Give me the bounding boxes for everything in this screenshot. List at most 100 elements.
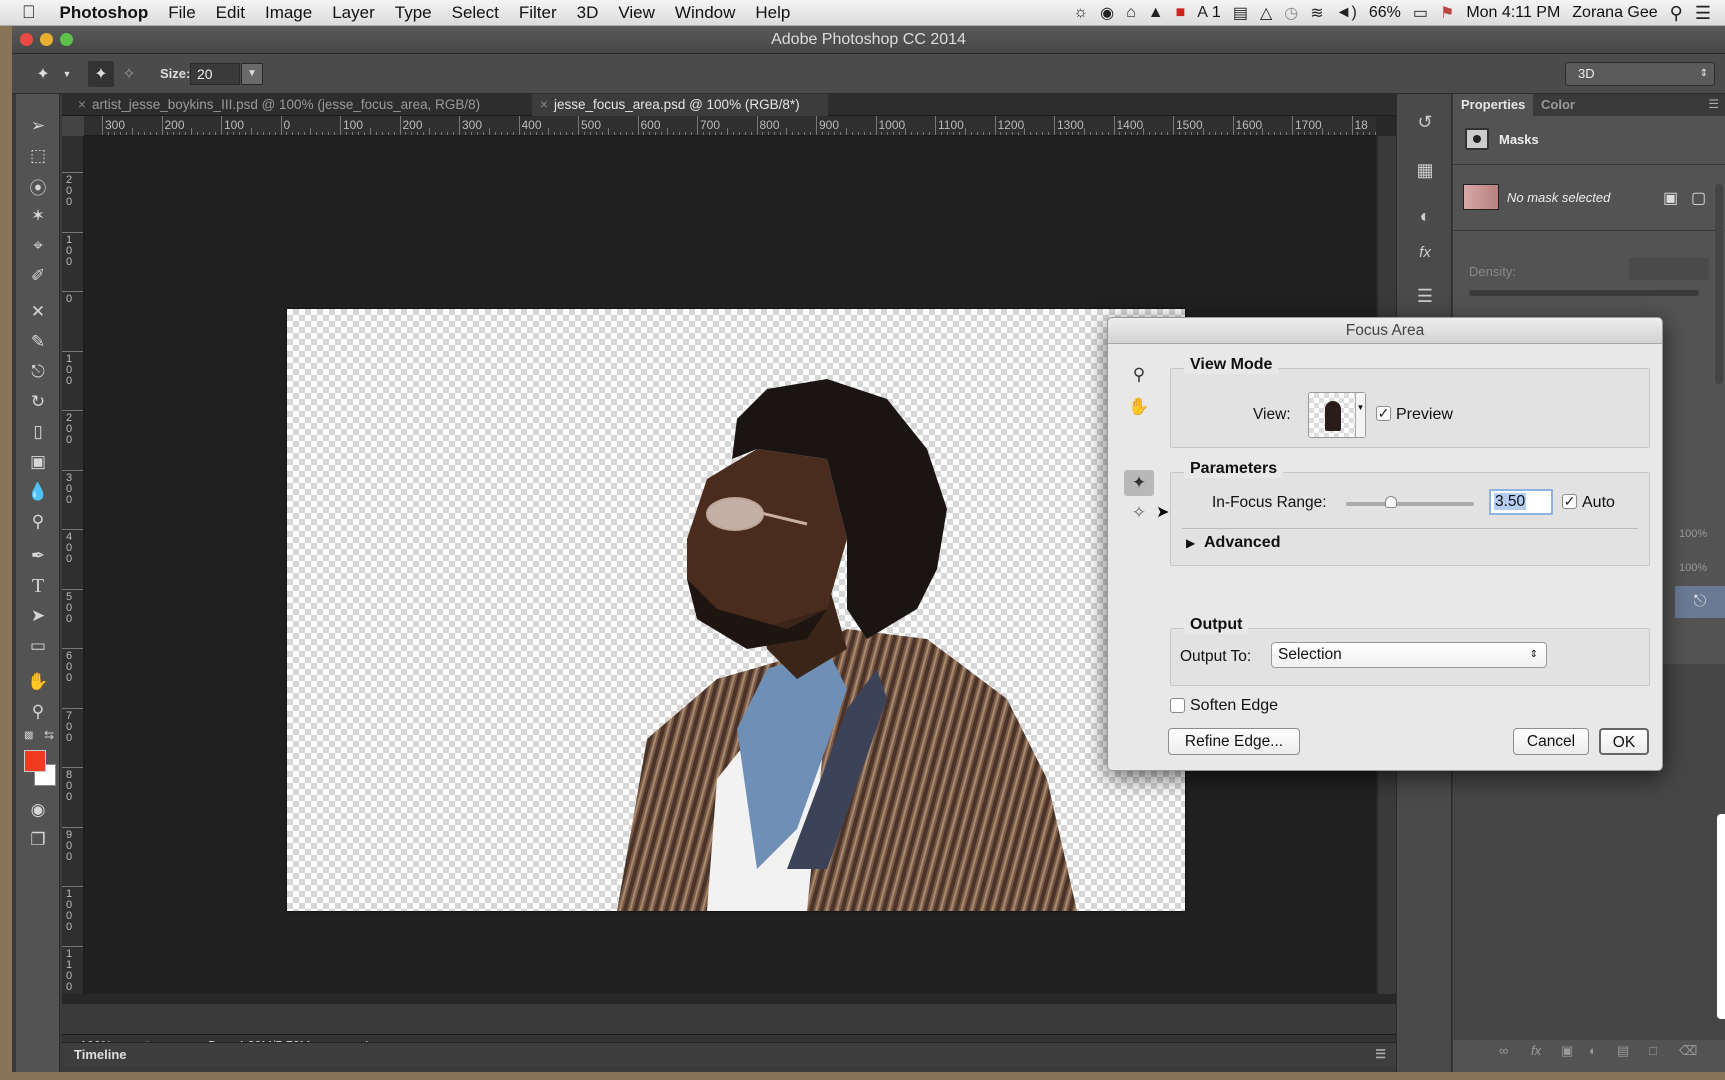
layers-scroll-thumb[interactable] (1717, 814, 1725, 1019)
view-mode-picker[interactable]: ▼ (1308, 392, 1366, 438)
group-folder-icon[interactable]: ▤ (1617, 1043, 1629, 1059)
brush-tool[interactable]: ✎ (24, 328, 52, 356)
brush-size-input[interactable]: 20 (190, 63, 240, 85)
lasso-tool[interactable]: ⦿ (24, 172, 52, 200)
panel-menu-icon[interactable]: ☰ (1375, 1047, 1386, 1061)
close-window-button[interactable] (20, 33, 33, 46)
link-layers-icon[interactable]: ∞ (1499, 1043, 1508, 1058)
quick-mask-icon[interactable]: ◉ (24, 796, 52, 824)
add-mask-icon[interactable]: ▣ (1561, 1043, 1573, 1059)
auto-checkbox[interactable]: ✓ (1562, 494, 1577, 509)
swatches-panel-icon[interactable]: ▦ (1411, 156, 1439, 184)
add-pixel-mask-icon[interactable]: ▣ (1663, 188, 1678, 208)
tool-preset-dropdown[interactable]: ▼ (54, 61, 80, 87)
zoom-tool-icon[interactable]: ⚲ (1124, 362, 1154, 388)
battery-icon[interactable]: ▭ (1413, 3, 1428, 23)
app-badge-icon[interactable]: ■ (1176, 4, 1186, 22)
type-tool[interactable]: T (24, 572, 52, 600)
hand-tool[interactable]: ✋ (24, 668, 52, 696)
eraser-tool[interactable]: ▯ (24, 418, 52, 446)
layer-comps-icon[interactable]: ☰ (1411, 282, 1439, 310)
menu-filter[interactable]: Filter (509, 3, 567, 23)
in-focus-range-input[interactable]: 3.50 (1489, 489, 1553, 515)
notification-bell-icon[interactable]: ▲ (1148, 4, 1164, 22)
menu-select[interactable]: Select (442, 3, 509, 23)
focus-area-add-tool[interactable]: ✦ (1124, 470, 1154, 496)
tab-properties[interactable]: Properties (1453, 94, 1534, 116)
clone-stamp-tool[interactable]: ⎋ (24, 358, 52, 386)
ruler-origin[interactable] (62, 116, 84, 136)
add-vector-mask-icon[interactable]: ▢ (1691, 188, 1706, 208)
gradient-tool[interactable]: ▣ (24, 448, 52, 476)
soften-edge-checkbox[interactable] (1170, 698, 1185, 713)
menu-type[interactable]: Type (385, 3, 442, 23)
notification-center-icon[interactable]: ☰ (1695, 3, 1711, 24)
subtract-from-focus-area-button[interactable]: ✧ (116, 61, 142, 87)
add-to-focus-area-button[interactable]: ✦ (88, 61, 114, 87)
foreground-color-swatch[interactable] (24, 750, 46, 772)
adjustments-panel-icon[interactable]: ◐ (1411, 202, 1439, 230)
healing-brush-tool[interactable]: ✕ (24, 298, 52, 326)
adobe-icon[interactable]: A (1197, 4, 1208, 22)
layer-fill[interactable]: 100% (1679, 562, 1707, 574)
menu-edit[interactable]: Edit (206, 3, 255, 23)
swap-colors-icon[interactable]: ⇆ (44, 728, 54, 742)
dodge-tool[interactable]: ⚲ (24, 508, 52, 536)
menu-3d[interactable]: 3D (567, 3, 609, 23)
layer-style-icon[interactable]: fx (1531, 1043, 1541, 1058)
tab-jesse-focus-area[interactable]: × jesse_focus_area.psd @ 100% (RGB/8*) (532, 94, 828, 116)
menu-file[interactable]: File (158, 3, 205, 23)
user-name[interactable]: Zorana Gee (1572, 4, 1657, 22)
properties-scrollbar[interactable] (1715, 184, 1723, 384)
spotlight-search-icon[interactable]: ⚲ (1670, 3, 1683, 24)
disclosure-triangle-icon[interactable]: ▶ (1186, 536, 1195, 550)
horizontal-ruler[interactable]: 300 200 100 0 100 200 300 400 500 600 700 800 900 100… (84, 116, 1376, 136)
refine-edge-button[interactable]: Refine Edge... (1168, 728, 1300, 755)
time-machine-icon[interactable]: ◷ (1284, 3, 1298, 23)
menu-window[interactable]: Window (665, 3, 745, 23)
in-focus-range-slider[interactable] (1346, 496, 1474, 508)
density-input[interactable] (1629, 258, 1709, 280)
path-selection-tool[interactable]: ➤ (24, 602, 52, 630)
home-upload-icon[interactable]: ⌂ (1126, 4, 1136, 22)
menu-help[interactable]: Help (745, 3, 800, 23)
menu-view[interactable]: View (608, 3, 665, 23)
cancel-button[interactable]: Cancel (1513, 728, 1589, 755)
history-brush-tool[interactable]: ↻ (24, 388, 52, 416)
vertical-ruler[interactable]: 200 100 0 100 200 300 400 500 600 700 800 900 1000 11… (62, 136, 84, 994)
timeline-tab[interactable]: Timeline (74, 1047, 127, 1062)
menu-layer[interactable]: Layer (322, 3, 385, 23)
apple-menu-icon[interactable]:  (0, 2, 50, 23)
display-icon[interactable]: ▤ (1233, 3, 1248, 23)
crop-tool[interactable]: ⌖ (24, 232, 52, 260)
brightness-icon[interactable]: ☼ (1073, 4, 1088, 22)
pen-tool[interactable]: ✒ (24, 542, 52, 570)
close-tab-icon[interactable]: × (540, 94, 548, 116)
magic-wand-tool[interactable]: ✶ (24, 202, 52, 230)
minimize-window-button[interactable] (40, 33, 53, 46)
new-layer-icon[interactable]: □ (1649, 1043, 1657, 1058)
history-panel-icon[interactable]: ↺ (1411, 108, 1439, 136)
screen-mode-icon[interactable]: ❐ (24, 826, 52, 854)
default-colors-icon[interactable]: ▩ (24, 730, 36, 742)
hand-tool-icon[interactable]: ✋ (1124, 394, 1154, 420)
selected-layer-row[interactable]: ⎋ (1675, 586, 1725, 618)
preview-checkbox[interactable]: ✓ (1376, 406, 1391, 421)
layer-opacity[interactable]: 100% (1679, 528, 1707, 540)
trash-icon[interactable]: ⌫ (1679, 1043, 1697, 1059)
brush-size-dropdown[interactable]: ▼ (241, 63, 263, 85)
menu-image[interactable]: Image (255, 3, 322, 23)
creative-cloud-icon[interactable]: ◉ (1100, 3, 1114, 23)
flag-us-icon[interactable]: ⚑ (1440, 3, 1454, 23)
rectangle-tool[interactable]: ▭ (24, 632, 52, 660)
airplay-icon[interactable]: △ (1260, 3, 1272, 23)
close-tab-icon[interactable]: × (78, 94, 86, 116)
tab-artist-jesse[interactable]: × artist_jesse_boykins_III.psd @ 100% (je… (70, 94, 530, 116)
zoom-window-button[interactable] (60, 33, 73, 46)
density-slider[interactable] (1469, 290, 1699, 296)
document-canvas[interactable] (287, 309, 1185, 911)
volume-icon[interactable]: ◄) (1336, 4, 1357, 22)
blur-tool[interactable]: 💧 (24, 478, 52, 506)
clock[interactable]: Mon 4:11 PM (1466, 4, 1560, 22)
focus-area-subtract-tool[interactable]: ✧ (1124, 500, 1154, 526)
